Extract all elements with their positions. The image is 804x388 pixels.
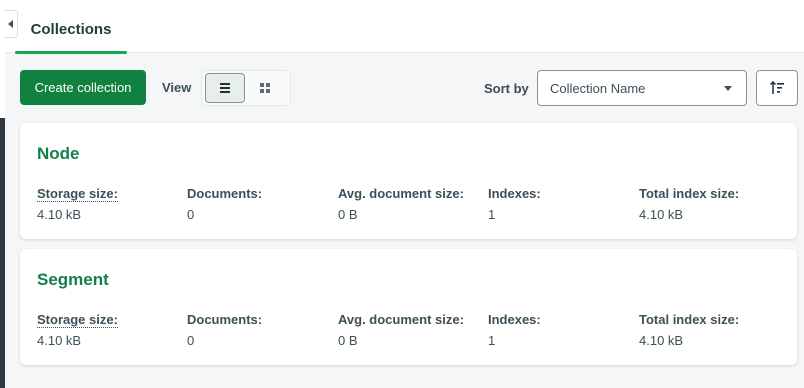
create-collection-button[interactable]: Create collection [20,70,146,105]
sort-direction-button[interactable] [756,70,798,106]
indexes-value: 1 [488,333,496,348]
view-toggle [201,70,291,106]
sort-label: Sort by [484,81,529,96]
sidebar-collapse-button[interactable] [4,10,18,38]
total-index-size-stat: Total index size: 4.10 kB [639,185,789,222]
collection-name[interactable]: Segment [37,270,109,290]
avg-document-size-value: 0 B [338,207,358,222]
sort-ascending-icon [769,80,784,94]
grid-icon [260,83,270,93]
list-icon [220,83,230,93]
collection-name[interactable]: Node [37,144,80,164]
chevron-left-icon [8,20,13,28]
tab-collections[interactable]: Collections [15,0,127,54]
documents-stat: Documents: 0 [187,311,337,348]
indexes-value: 1 [488,207,496,222]
documents-value: 0 [187,333,195,348]
indexes-label: Indexes: [488,186,541,201]
avg-document-size-stat: Avg. document size: 0 B [338,311,488,348]
documents-label: Documents: [187,186,263,201]
storage-size-label: Storage size: [37,186,118,202]
documents-stat: Documents: 0 [187,185,337,222]
grid-view-button[interactable] [245,73,285,103]
documents-label: Documents: [187,312,263,327]
collection-card[interactable]: Node Storage size: 4.10 kB Documents: 0 … [20,123,797,239]
storage-size-stat: Storage size: 4.10 kB [37,185,187,222]
storage-size-value: 4.10 kB [37,333,82,348]
total-index-size-stat: Total index size: 4.10 kB [639,311,789,348]
sort-select[interactable]: Collection Name [537,70,747,106]
avg-document-size-label: Avg. document size: [338,186,464,201]
total-index-size-label: Total index size: [639,312,740,327]
storage-size-label: Storage size: [37,312,118,328]
sort-select-value: Collection Name [550,80,646,96]
storage-size-stat: Storage size: 4.10 kB [37,311,187,348]
indexes-stat: Indexes: 1 [488,311,638,348]
list-view-button[interactable] [205,73,245,103]
tab-bar: Collections [5,0,804,54]
total-index-size-value: 4.10 kB [639,333,684,348]
indexes-label: Indexes: [488,312,541,327]
documents-value: 0 [187,207,195,222]
avg-document-size-value: 0 B [338,333,358,348]
collection-card[interactable]: Segment Storage size: 4.10 kB Documents:… [20,249,797,365]
caret-down-icon [724,86,732,91]
avg-document-size-stat: Avg. document size: 0 B [338,185,488,222]
collections-toolbar: Create collection View Sort by Collectio… [5,54,804,120]
avg-document-size-label: Avg. document size: [338,312,464,327]
total-index-size-label: Total index size: [639,186,740,201]
storage-size-value: 4.10 kB [37,207,82,222]
total-index-size-value: 4.10 kB [639,207,684,222]
tab-collections-label: Collections [30,21,112,38]
view-label: View [162,80,192,95]
indexes-stat: Indexes: 1 [488,185,638,222]
